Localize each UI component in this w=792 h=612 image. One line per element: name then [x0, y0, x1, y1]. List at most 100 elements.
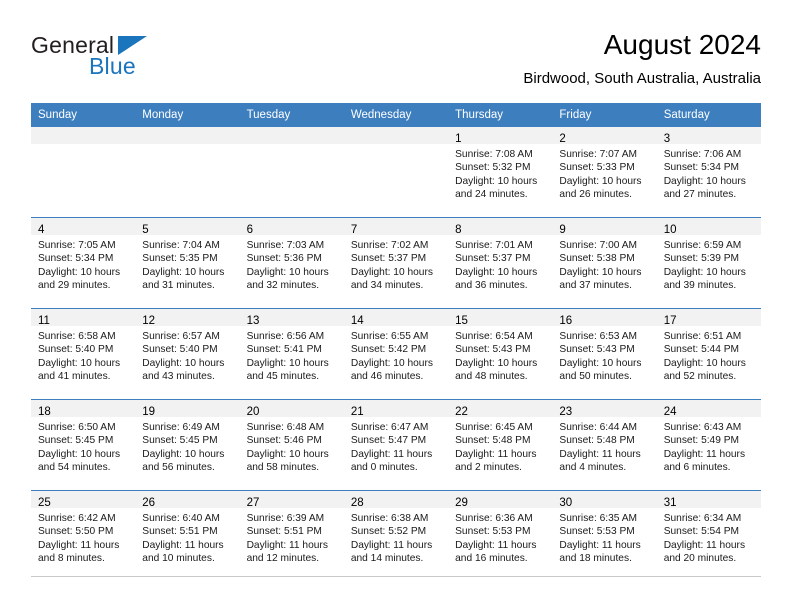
day-number-band: 22 [448, 400, 553, 418]
daylight-text: Daylight: 10 hours [142, 266, 225, 278]
day-details: Sunrise: 7:01 AM Sunset: 5:37 PM Daylight:… [448, 235, 552, 293]
calendar-day-cell[interactable]: 7 Sunrise: 7:02 AM Sunset: 5:37 PM Daylight… [343, 217, 449, 309]
calendar-day-cell[interactable]: 6 Sunrise: 7:03 AM Sunset: 5:36 PM Daylight… [239, 217, 344, 309]
day-details: Sunrise: 7:04 AM Sunset: 5:35 PM Daylight:… [135, 235, 239, 293]
calendar-empty-cell [135, 127, 240, 218]
day-number-band: 28 [343, 491, 449, 509]
daylight-text: Daylight: 10 hours [663, 266, 746, 278]
calendar-day-cell[interactable]: 24 Sunrise: 6:43 AM Sunset: 5:49 PM Dayligh… [656, 399, 761, 491]
sunrise-text: Sunrise: 6:36 AM [455, 513, 533, 524]
calendar-day-cell[interactable]: 16 Sunrise: 6:53 AM Sunset: 5:43 PM Dayligh… [552, 308, 657, 400]
daylight-text-cont: and 41 minutes. [38, 371, 111, 383]
calendar-day-cell[interactable]: 10 Sunrise: 6:59 AM Sunset: 5:39 PM Dayligh… [656, 217, 761, 309]
daylight-text-cont: and 46 minutes. [350, 371, 424, 383]
calendar-day-cell[interactable]: 12 Sunrise: 6:57 AM Sunset: 5:40 PM Dayligh… [135, 308, 240, 400]
daylight-text: Daylight: 11 hours [38, 539, 120, 551]
brand-logo[interactable]: General Blue [31, 32, 261, 88]
day-number: 31 [663, 497, 677, 509]
day-number: 8 [455, 224, 462, 236]
day-details: Sunrise: 6:58 AM Sunset: 5:40 PM Daylight:… [31, 326, 135, 384]
daylight-text-cont: and 34 minutes. [350, 280, 424, 292]
daylight-text-cont: and 26 minutes. [559, 189, 632, 201]
daylight-text-cont: and 12 minutes. [246, 553, 320, 565]
sunrise-text: Sunrise: 6:56 AM [246, 331, 325, 342]
day-details: Sunrise: 6:38 AM Sunset: 5:52 PM Daylight:… [344, 508, 448, 566]
calendar-day-cell[interactable]: 9 Sunrise: 7:00 AM Sunset: 5:38 PM Daylight… [552, 217, 657, 309]
day-number: 1 [455, 133, 462, 145]
sunrise-text: Sunrise: 6:47 AM [350, 422, 429, 433]
calendar-day-cell[interactable]: 28 Sunrise: 6:38 AM Sunset: 5:52 PM Dayligh… [343, 490, 449, 581]
calendar-day-cell[interactable]: 1 Sunrise: 7:08 AM Sunset: 5:32 PM Daylight… [448, 127, 553, 218]
daylight-text-cont: and 24 minutes. [455, 189, 528, 201]
day-number-band: 23 [552, 400, 657, 418]
daylight-text-cont: and 58 minutes. [246, 462, 320, 474]
calendar-day-cell[interactable]: 8 Sunrise: 7:01 AM Sunset: 5:37 PM Daylight… [448, 217, 553, 309]
calendar-day-cell[interactable]: 18 Sunrise: 6:50 AM Sunset: 5:45 PM Dayligh… [31, 399, 136, 491]
calendar-day-cell[interactable]: 17 Sunrise: 6:51 AM Sunset: 5:44 PM Dayligh… [656, 308, 761, 400]
sunrise-text: Sunrise: 6:51 AM [663, 331, 742, 342]
day-number: 21 [350, 406, 364, 418]
calendar-day-cell[interactable]: 4 Sunrise: 7:05 AM Sunset: 5:34 PM Daylight… [31, 217, 136, 309]
day-number: 17 [663, 315, 677, 327]
daylight-text: Daylight: 11 hours [350, 539, 433, 551]
day-number-band: 16 [552, 309, 657, 327]
day-number-band: 3 [656, 127, 761, 145]
sunset-text: Sunset: 5:49 PM [663, 435, 740, 447]
bottom-divider [31, 576, 761, 577]
sunset-text: Sunset: 5:54 PM [663, 526, 740, 538]
calendar-day-cell[interactable]: 5 Sunrise: 7:04 AM Sunset: 5:35 PM Daylight… [135, 217, 240, 309]
sunrise-text: Sunrise: 6:48 AM [246, 422, 325, 433]
sunrise-text: Sunrise: 7:02 AM [350, 240, 429, 251]
weekday-header-monday: Monday [135, 103, 240, 127]
day-number-band [239, 127, 344, 144]
weekday-header-friday: Friday [552, 103, 657, 127]
daylight-text-cont: and 16 minutes. [455, 553, 528, 565]
day-details [240, 144, 344, 148]
calendar-day-cell[interactable]: 29 Sunrise: 6:36 AM Sunset: 5:53 PM Dayligh… [448, 490, 553, 581]
daylight-text: Daylight: 10 hours [663, 175, 746, 187]
calendar-day-cell[interactable]: 22 Sunrise: 6:45 AM Sunset: 5:48 PM Dayligh… [448, 399, 553, 491]
calendar-day-cell[interactable]: 21 Sunrise: 6:47 AM Sunset: 5:47 PM Dayligh… [343, 399, 449, 491]
daylight-text: Daylight: 11 hours [455, 448, 537, 460]
sunset-text: Sunset: 5:37 PM [455, 253, 531, 265]
daylight-text: Daylight: 10 hours [559, 266, 642, 278]
daylight-text: Daylight: 10 hours [38, 357, 121, 369]
calendar-day-cell[interactable]: 14 Sunrise: 6:55 AM Sunset: 5:42 PM Dayligh… [343, 308, 449, 400]
sunset-text: Sunset: 5:45 PM [142, 435, 218, 447]
calendar-empty-cell [239, 127, 344, 218]
daylight-text: Daylight: 10 hours [246, 266, 329, 278]
calendar-day-cell[interactable]: 15 Sunrise: 6:54 AM Sunset: 5:43 PM Dayligh… [448, 308, 553, 400]
sunset-text: Sunset: 5:35 PM [142, 253, 218, 265]
daylight-text: Daylight: 11 hours [350, 448, 433, 460]
daylight-text-cont: and 54 minutes. [38, 462, 111, 474]
calendar-day-cell[interactable]: 31 Sunrise: 6:34 AM Sunset: 5:54 PM Dayligh… [656, 490, 761, 581]
calendar-day-cell[interactable]: 23 Sunrise: 6:44 AM Sunset: 5:48 PM Dayligh… [552, 399, 657, 491]
daylight-text: Daylight: 11 hours [246, 539, 328, 551]
calendar-day-cell[interactable]: 11 Sunrise: 6:58 AM Sunset: 5:40 PM Dayligh… [31, 308, 136, 400]
calendar-day-cell[interactable]: 3 Sunrise: 7:06 AM Sunset: 5:34 PM Daylight… [656, 127, 761, 218]
calendar-day-cell[interactable]: 30 Sunrise: 6:35 AM Sunset: 5:53 PM Dayligh… [552, 490, 657, 581]
calendar-day-cell[interactable]: 13 Sunrise: 6:56 AM Sunset: 5:41 PM Dayligh… [239, 308, 344, 400]
day-number: 26 [142, 497, 156, 509]
calendar-day-cell[interactable]: 25 Sunrise: 6:42 AM Sunset: 5:50 PM Dayligh… [31, 490, 136, 581]
day-number: 28 [350, 497, 364, 509]
day-number-band: 26 [135, 491, 240, 509]
daylight-text: Daylight: 10 hours [559, 175, 642, 187]
sunset-text: Sunset: 5:48 PM [455, 435, 531, 447]
daylight-text-cont: and 20 minutes. [663, 553, 737, 565]
daylight-text: Daylight: 10 hours [455, 357, 538, 369]
sunset-text: Sunset: 5:44 PM [663, 344, 740, 356]
calendar-day-cell[interactable]: 20 Sunrise: 6:48 AM Sunset: 5:46 PM Dayligh… [239, 399, 344, 491]
day-number: 6 [246, 224, 253, 236]
daylight-text-cont: and 52 minutes. [663, 371, 737, 383]
calendar-day-cell[interactable]: 2 Sunrise: 7:07 AM Sunset: 5:33 PM Daylight… [552, 127, 657, 218]
daylight-text-cont: and 29 minutes. [38, 280, 111, 292]
calendar-day-cell[interactable]: 26 Sunrise: 6:40 AM Sunset: 5:51 PM Dayligh… [135, 490, 240, 581]
daylight-text: Daylight: 10 hours [38, 448, 121, 460]
sunrise-text: Sunrise: 7:06 AM [663, 149, 742, 160]
sunrise-text: Sunrise: 6:40 AM [142, 513, 220, 524]
calendar-day-cell[interactable]: 27 Sunrise: 6:39 AM Sunset: 5:51 PM Dayligh… [239, 490, 344, 581]
sunset-text: Sunset: 5:32 PM [455, 162, 531, 174]
calendar-day-cell[interactable]: 19 Sunrise: 6:49 AM Sunset: 5:45 PM Dayligh… [135, 399, 240, 491]
weekday-header-sunday: Sunday [31, 103, 136, 127]
